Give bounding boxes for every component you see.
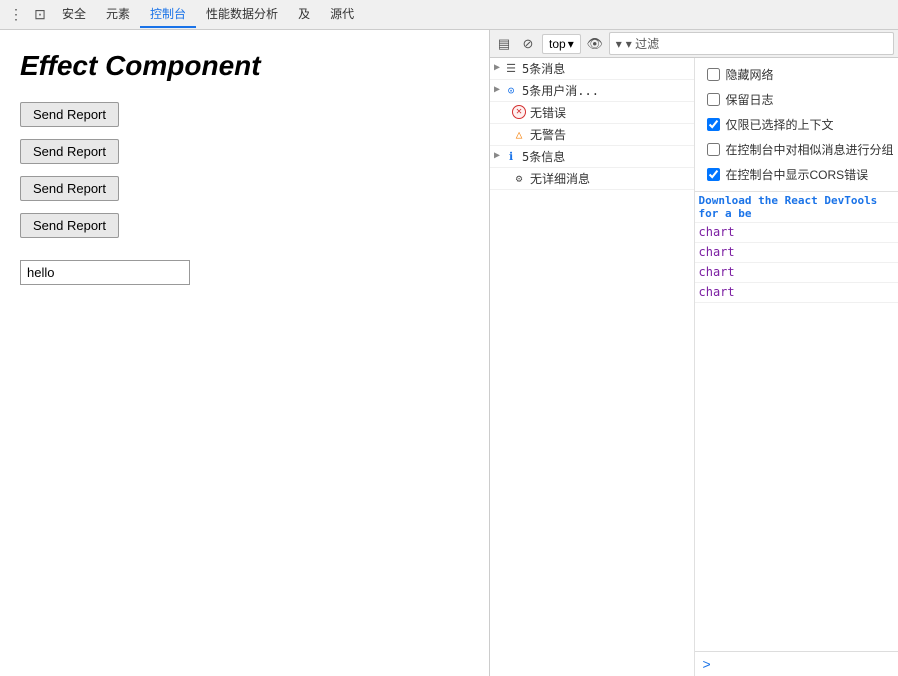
console-msg-warnings[interactable]: △ 无警告 <box>490 124 694 146</box>
info-icon: ℹ <box>504 149 518 163</box>
send-report-button-2[interactable]: Send Report <box>20 139 119 164</box>
tab-amp[interactable]: 及 <box>288 1 320 28</box>
console-output: Download the React DevTools for a be cha… <box>695 192 898 651</box>
msg-label-warnings: 无警告 <box>530 126 690 143</box>
expand-arrow-info[interactable]: ▶ <box>494 150 500 161</box>
console-output-chart-2: chart <box>695 243 898 263</box>
filter-box[interactable]: ▾ ▾ 过滤 <box>609 32 894 55</box>
settings-row-keep-log: 保留日志 <box>695 87 898 112</box>
console-msg-verbose[interactable]: ⚙ 无详细消息 <box>490 168 694 190</box>
device-toggle-icon[interactable]: ⊡ <box>28 3 52 27</box>
hide-network-checkbox[interactable] <box>707 68 720 81</box>
page-title: Effect Component <box>20 50 469 82</box>
chart-text-4: chart <box>699 285 895 299</box>
console-msg-user[interactable]: ▶ ⊙ 5条用户消... <box>490 80 694 102</box>
context-dropdown[interactable]: top ▾ <box>542 34 581 54</box>
gear-icon: ⚙ <box>512 171 526 185</box>
settings-row-only-selected: 仅限已选择的上下文 <box>695 112 898 137</box>
eye-icon[interactable]: 👁 <box>585 34 605 54</box>
msg-label-errors: 无错误 <box>530 104 690 121</box>
list-icon: ☰ <box>504 61 518 75</box>
console-right-area: 隐藏网络 保留日志 仅限已选择的上下文 在控制台中对相似消息进行分组 <box>695 58 898 676</box>
console-output-chart-4: chart <box>695 283 898 303</box>
context-dropdown-label: top <box>549 37 566 51</box>
group-similar-label: 在控制台中对相似消息进行分组 <box>726 141 894 158</box>
show-cors-label: 在控制台中显示CORS错误 <box>726 166 869 183</box>
msg-label-messages: 5条消息 <box>522 60 689 77</box>
msg-label-info: 5条信息 <box>522 148 689 165</box>
sidebar-toggle-icon[interactable]: ⋮ <box>4 3 28 27</box>
chart-text-1: chart <box>699 225 895 239</box>
tab-console[interactable]: 控制台 <box>140 1 196 28</box>
chart-text-3: chart <box>699 265 895 279</box>
tab-sources[interactable]: 源代 <box>320 1 364 28</box>
devtools-link-text[interactable]: Download the React DevTools for a be <box>699 194 895 220</box>
page-panel: Effect Component Send Report Send Report… <box>0 30 490 676</box>
hello-input[interactable] <box>20 260 190 285</box>
console-msg-messages[interactable]: ▶ ☰ 5条消息 <box>490 58 694 80</box>
keep-log-label: 保留日志 <box>726 91 774 108</box>
devtools-tab-bar: ⋮ ⊡ 安全 元素 控制台 性能数据分析 及 源代 <box>0 0 898 30</box>
group-similar-checkbox[interactable] <box>707 143 720 156</box>
console-output-chart-3: chart <box>695 263 898 283</box>
console-sidebar-icon[interactable]: ▤ <box>494 34 514 54</box>
settings-panel: 隐藏网络 保留日志 仅限已选择的上下文 在控制台中对相似消息进行分组 <box>695 58 898 192</box>
settings-row-show-cors: 在控制台中显示CORS错误 <box>695 162 898 187</box>
user-icon: ⊙ <box>504 83 518 97</box>
send-report-button-1[interactable]: Send Report <box>20 102 119 127</box>
send-report-button-3[interactable]: Send Report <box>20 176 119 201</box>
console-prompt-area: > <box>695 651 898 676</box>
settings-row-group-similar: 在控制台中对相似消息进行分组 <box>695 137 898 162</box>
filter-label: ▾ 过滤 <box>626 35 659 52</box>
keep-log-checkbox[interactable] <box>707 93 720 106</box>
warn-icon: △ <box>512 127 526 141</box>
console-msg-info[interactable]: ▶ ℹ 5条信息 <box>490 146 694 168</box>
msg-label-verbose: 无详细消息 <box>530 170 690 187</box>
expand-arrow-messages[interactable]: ▶ <box>494 62 500 73</box>
show-cors-checkbox[interactable] <box>707 168 720 181</box>
tab-elements[interactable]: 元素 <box>96 1 140 28</box>
settings-row-hide-network: 隐藏网络 <box>695 62 898 87</box>
error-icon: ✕ <box>512 105 526 119</box>
console-output-chart-1: chart <box>695 223 898 243</box>
console-output-devtools-link: Download the React DevTools for a be <box>695 192 898 223</box>
console-message-list: ▶ ☰ 5条消息 ▶ ⊙ 5条用户消... ✕ 无错误 △ 无警告 <box>490 58 695 676</box>
expand-arrow-user[interactable]: ▶ <box>494 84 500 95</box>
console-msg-errors[interactable]: ✕ 无错误 <box>490 102 694 124</box>
chart-text-2: chart <box>699 245 895 259</box>
tab-security[interactable]: 安全 <box>52 1 96 28</box>
only-selected-checkbox[interactable] <box>707 118 720 131</box>
devtools-right-panel: ▤ ⊘ top ▾ 👁 ▾ ▾ 过滤 ▶ ☰ 5条消息 ▶ <box>490 30 898 676</box>
console-block-icon[interactable]: ⊘ <box>518 34 538 54</box>
send-report-button-4[interactable]: Send Report <box>20 213 119 238</box>
only-selected-label: 仅限已选择的上下文 <box>726 116 834 133</box>
context-dropdown-arrow: ▾ <box>568 37 574 51</box>
msg-label-user: 5条用户消... <box>522 82 689 99</box>
prompt-arrow: > <box>703 656 711 672</box>
hide-network-label: 隐藏网络 <box>726 66 774 83</box>
tab-performance[interactable]: 性能数据分析 <box>196 1 288 28</box>
console-toolbar: ▤ ⊘ top ▾ 👁 ▾ ▾ 过滤 <box>490 30 898 58</box>
filter-icon: ▾ <box>616 37 622 51</box>
